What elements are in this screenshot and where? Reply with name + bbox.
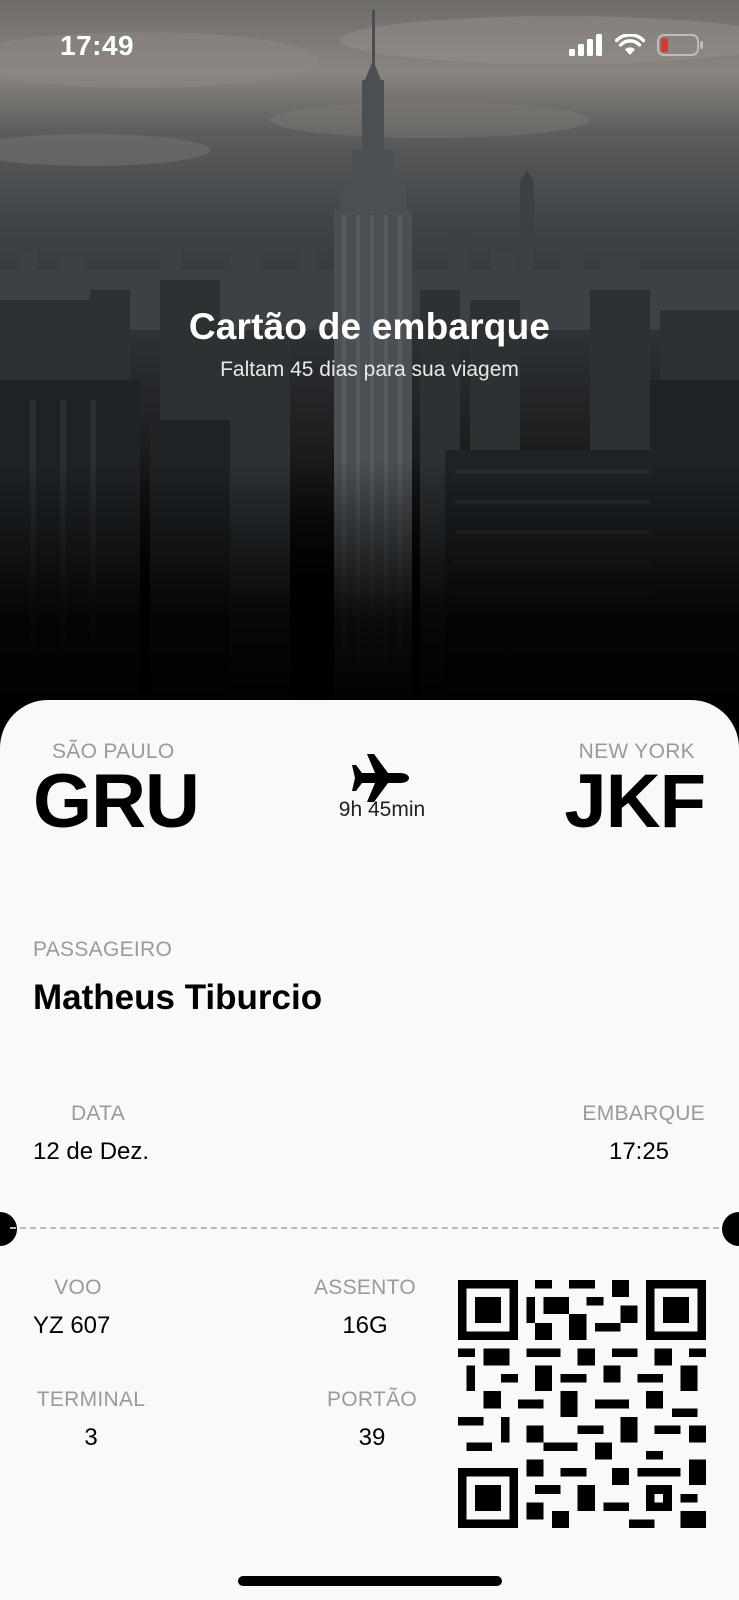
- hero-text: Cartão de embarque Faltam 45 dias para s…: [0, 306, 739, 382]
- passenger-label: PASSAGEIRO: [33, 938, 173, 961]
- perforation-divider: [10, 1227, 729, 1229]
- seat-number: 16G: [342, 1312, 388, 1339]
- battery-low-icon: [657, 34, 703, 56]
- flight-number: YZ 607: [33, 1312, 111, 1339]
- status-time: 17:49: [60, 30, 135, 61]
- flight-duration: 9h 45min: [338, 798, 426, 821]
- wifi-icon: [615, 34, 645, 55]
- status-icons: [569, 34, 703, 56]
- home-indicator[interactable]: [238, 1576, 502, 1586]
- origin-code: GRU: [33, 759, 200, 844]
- boarding-pass-card: SÃO PAULO GRU 9h 45min NEW YORK JKF PASS…: [0, 700, 739, 1600]
- cellular-signal-icon: [569, 34, 602, 56]
- date-value: 12 de Dez.: [33, 1138, 150, 1165]
- right-notch: [722, 1212, 739, 1246]
- airplane-icon: [352, 754, 409, 802]
- boarding-time: 17:25: [608, 1138, 670, 1165]
- date-label: DATA: [70, 1102, 126, 1125]
- left-notch: [0, 1212, 17, 1246]
- status-bar: 17:49: [0, 0, 739, 92]
- page-title: Cartão de embarque: [188, 306, 551, 347]
- hero-fade-overlay: [0, 460, 739, 720]
- gate-number: 39: [358, 1424, 386, 1451]
- terminal-label: TERMINAL: [36, 1388, 146, 1411]
- destination-code: JKF: [564, 759, 706, 844]
- boarding-label: EMBARQUE: [582, 1102, 705, 1125]
- flight-label: VOO: [54, 1276, 102, 1299]
- gate-label: PORTÃO: [326, 1388, 418, 1411]
- passenger-name: Matheus Tiburcio: [33, 978, 323, 1017]
- qr-code-icon[interactable]: [458, 1280, 706, 1528]
- trip-countdown: Faltam 45 dias para sua viagem: [220, 358, 519, 381]
- seat-label: ASSENTO: [313, 1276, 417, 1299]
- terminal-number: 3: [84, 1424, 98, 1451]
